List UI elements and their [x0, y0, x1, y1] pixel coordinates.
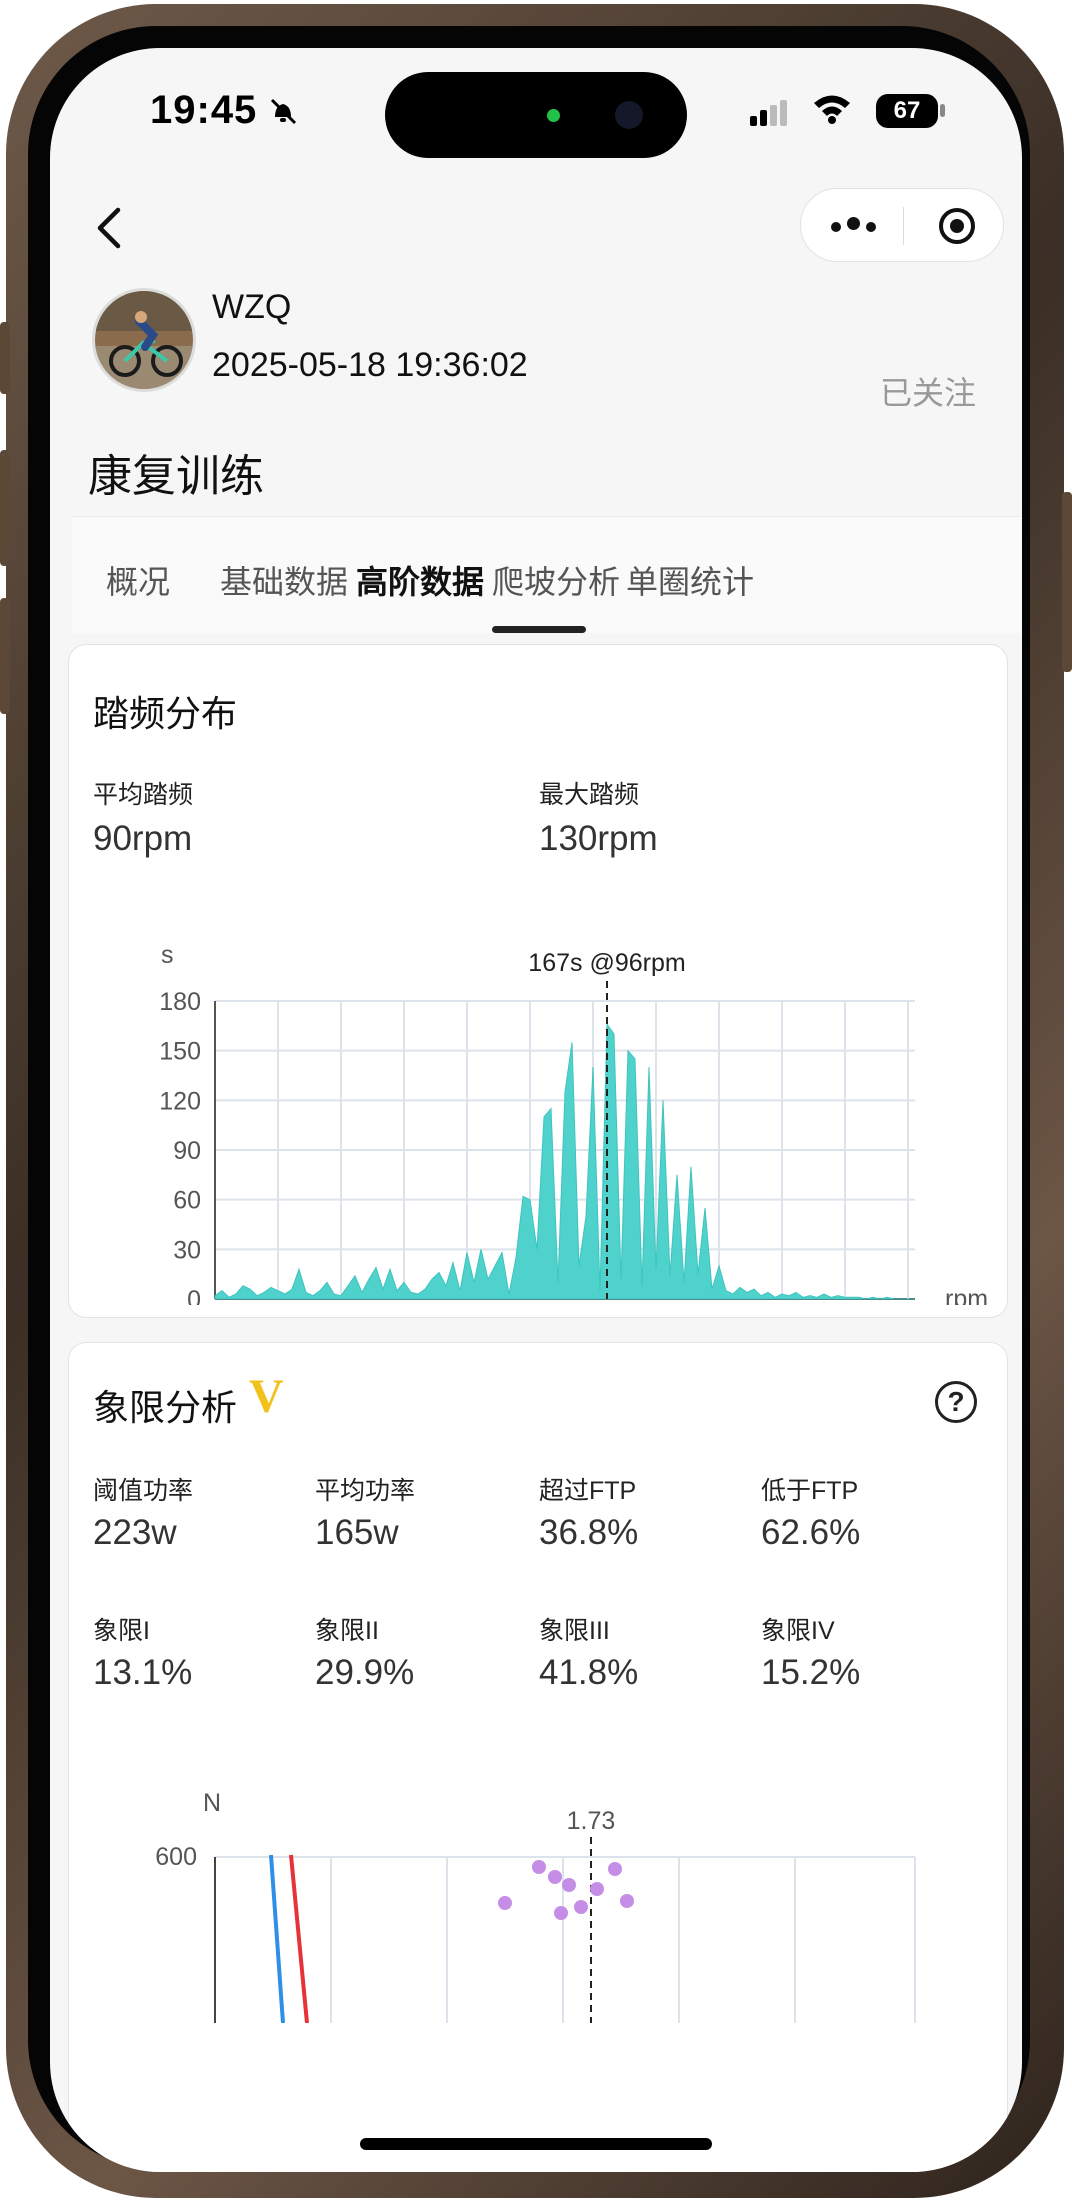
below-ftp-value: 62.6% — [761, 1513, 861, 1552]
quadrant-analysis-card: 象限分析 V ? 阈值功率 223w 平均功率 165w 超过FTP 36.8%… — [68, 1342, 1008, 2172]
quadrant-2-value: 29.9% — [315, 1653, 415, 1692]
quadrant-point — [498, 1896, 512, 1910]
cadence-distribution-card: 踏频分布 平均踏频 90rpm 最大踏频 130rpm 0 30 60 90 120 15… — [68, 644, 1008, 1318]
quadrant-point — [554, 1906, 568, 1920]
home-indicator — [360, 2138, 712, 2150]
miniprogram-capsule — [800, 188, 1004, 262]
quadrant-3-value: 41.8% — [539, 1653, 639, 1692]
avg-cadence-value: 90rpm — [93, 819, 193, 858]
avg-power-value: 165w — [315, 1513, 399, 1552]
ftp-label: 阈值功率 — [93, 1477, 194, 1505]
cadence-area-series — [214, 1022, 915, 1300]
quadrant-point — [532, 1860, 546, 1874]
quadrant-2-label: 象限II — [315, 1617, 379, 1645]
quadrant-point — [574, 1900, 588, 1914]
max-cadence-label: 最大踏频 — [539, 781, 640, 809]
screen: 19:45 67 WZQ 2025-05-18 19:36:02 已关注 康复训… — [50, 48, 1022, 2172]
battery-tip — [940, 104, 945, 117]
side-button-action — [0, 322, 10, 394]
avg-power-label: 平均功率 — [315, 1477, 416, 1505]
side-button-volume-up — [0, 450, 10, 566]
quadrant-point — [590, 1882, 604, 1896]
quadrant-point — [620, 1894, 634, 1908]
tab-climb-analysis[interactable]: 爬坡分析 — [492, 557, 620, 603]
avatar[interactable] — [92, 288, 196, 392]
quadrant-point — [548, 1870, 562, 1884]
follow-status-button[interactable]: 已关注 — [880, 368, 976, 414]
max-cadence-value: 130rpm — [539, 819, 658, 858]
activity-datetime: 2025-05-18 19:36:02 — [212, 346, 528, 384]
peak-annotation: 167s @96rpm — [528, 949, 685, 977]
y-tick-label: 90 — [173, 1137, 201, 1165]
tab-overview[interactable]: 概况 — [106, 557, 170, 603]
y-tick-label: 60 — [173, 1187, 201, 1215]
quadrant-3-label: 象限III — [539, 1617, 610, 1645]
below-ftp-label: 低于FTP — [761, 1477, 859, 1505]
quadrant-4-value: 15.2% — [761, 1653, 861, 1692]
activity-title: 康复训练 — [88, 452, 264, 501]
avg-cadence-label: 平均踏频 — [93, 781, 194, 809]
y-unit-label: s — [161, 941, 174, 969]
quadrant-4-label: 象限IV — [761, 1617, 835, 1645]
quadrant-curve-red — [289, 1854, 309, 2023]
close-target-icon[interactable] — [937, 206, 977, 246]
quadrant-point — [562, 1878, 576, 1892]
cadence-chart[interactable]: 0306090120150180404958677685941031121211… — [69, 865, 1007, 1305]
y-tick-label: 120 — [159, 1087, 201, 1115]
quadrant-point — [608, 1862, 622, 1876]
wifi-icon — [812, 92, 852, 129]
quadrant-marker-label: 1.73 — [567, 1807, 616, 1835]
quadrant-curve-blue — [269, 1854, 285, 2023]
y-tick-label: 180 — [159, 988, 201, 1016]
quadrant-y-tick-top: 600 — [155, 1843, 197, 1871]
y-tick-label: 0 — [187, 1286, 201, 1305]
quadrant-1-value: 13.1% — [93, 1653, 193, 1692]
vip-badge-icon: V — [249, 1370, 284, 1423]
front-camera — [615, 101, 643, 129]
tab-lap-stats[interactable]: 单圈统计 — [626, 557, 754, 603]
y-tick-label: 30 — [173, 1236, 201, 1264]
back-button[interactable] — [80, 198, 140, 258]
quadrant-y-unit: N — [203, 1789, 221, 1817]
above-ftp-value: 36.8% — [539, 1513, 639, 1552]
cadence-card-title: 踏频分布 — [93, 693, 238, 734]
status-time: 19:45 — [150, 88, 258, 132]
question-circle-icon[interactable]: ? — [935, 1381, 977, 1423]
user-name: WZQ — [212, 288, 292, 326]
ftp-value: 223w — [93, 1513, 177, 1552]
cellular-signal-icon — [750, 100, 790, 131]
tab-basic-data[interactable]: 基础数据 — [220, 557, 348, 603]
side-button-volume-down — [0, 598, 10, 714]
battery-indicator: 67 — [876, 94, 938, 128]
quadrant-chart[interactable]: N 600 1.73 — [69, 1763, 1007, 2023]
side-button-power — [1062, 492, 1072, 672]
above-ftp-label: 超过FTP — [539, 1477, 637, 1505]
chevron-left-icon — [97, 207, 121, 249]
active-tab-indicator — [492, 626, 586, 633]
quadrant-card-title: 象限分析 — [93, 1387, 238, 1428]
tab-bar: 概况 基础数据 高阶数据 爬坡分析 单圈统计 — [72, 516, 1022, 633]
camera-indicator-dot — [547, 109, 560, 122]
bell-muted-icon — [268, 96, 298, 133]
y-tick-label: 150 — [159, 1038, 201, 1066]
dynamic-island — [385, 72, 687, 158]
tab-advanced-data[interactable]: 高阶数据 — [356, 557, 484, 603]
quadrant-1-label: 象限I — [93, 1617, 150, 1645]
capsule-divider — [903, 207, 904, 245]
more-dots-icon[interactable] — [831, 217, 882, 237]
x-unit-label: rpm — [945, 1285, 988, 1305]
